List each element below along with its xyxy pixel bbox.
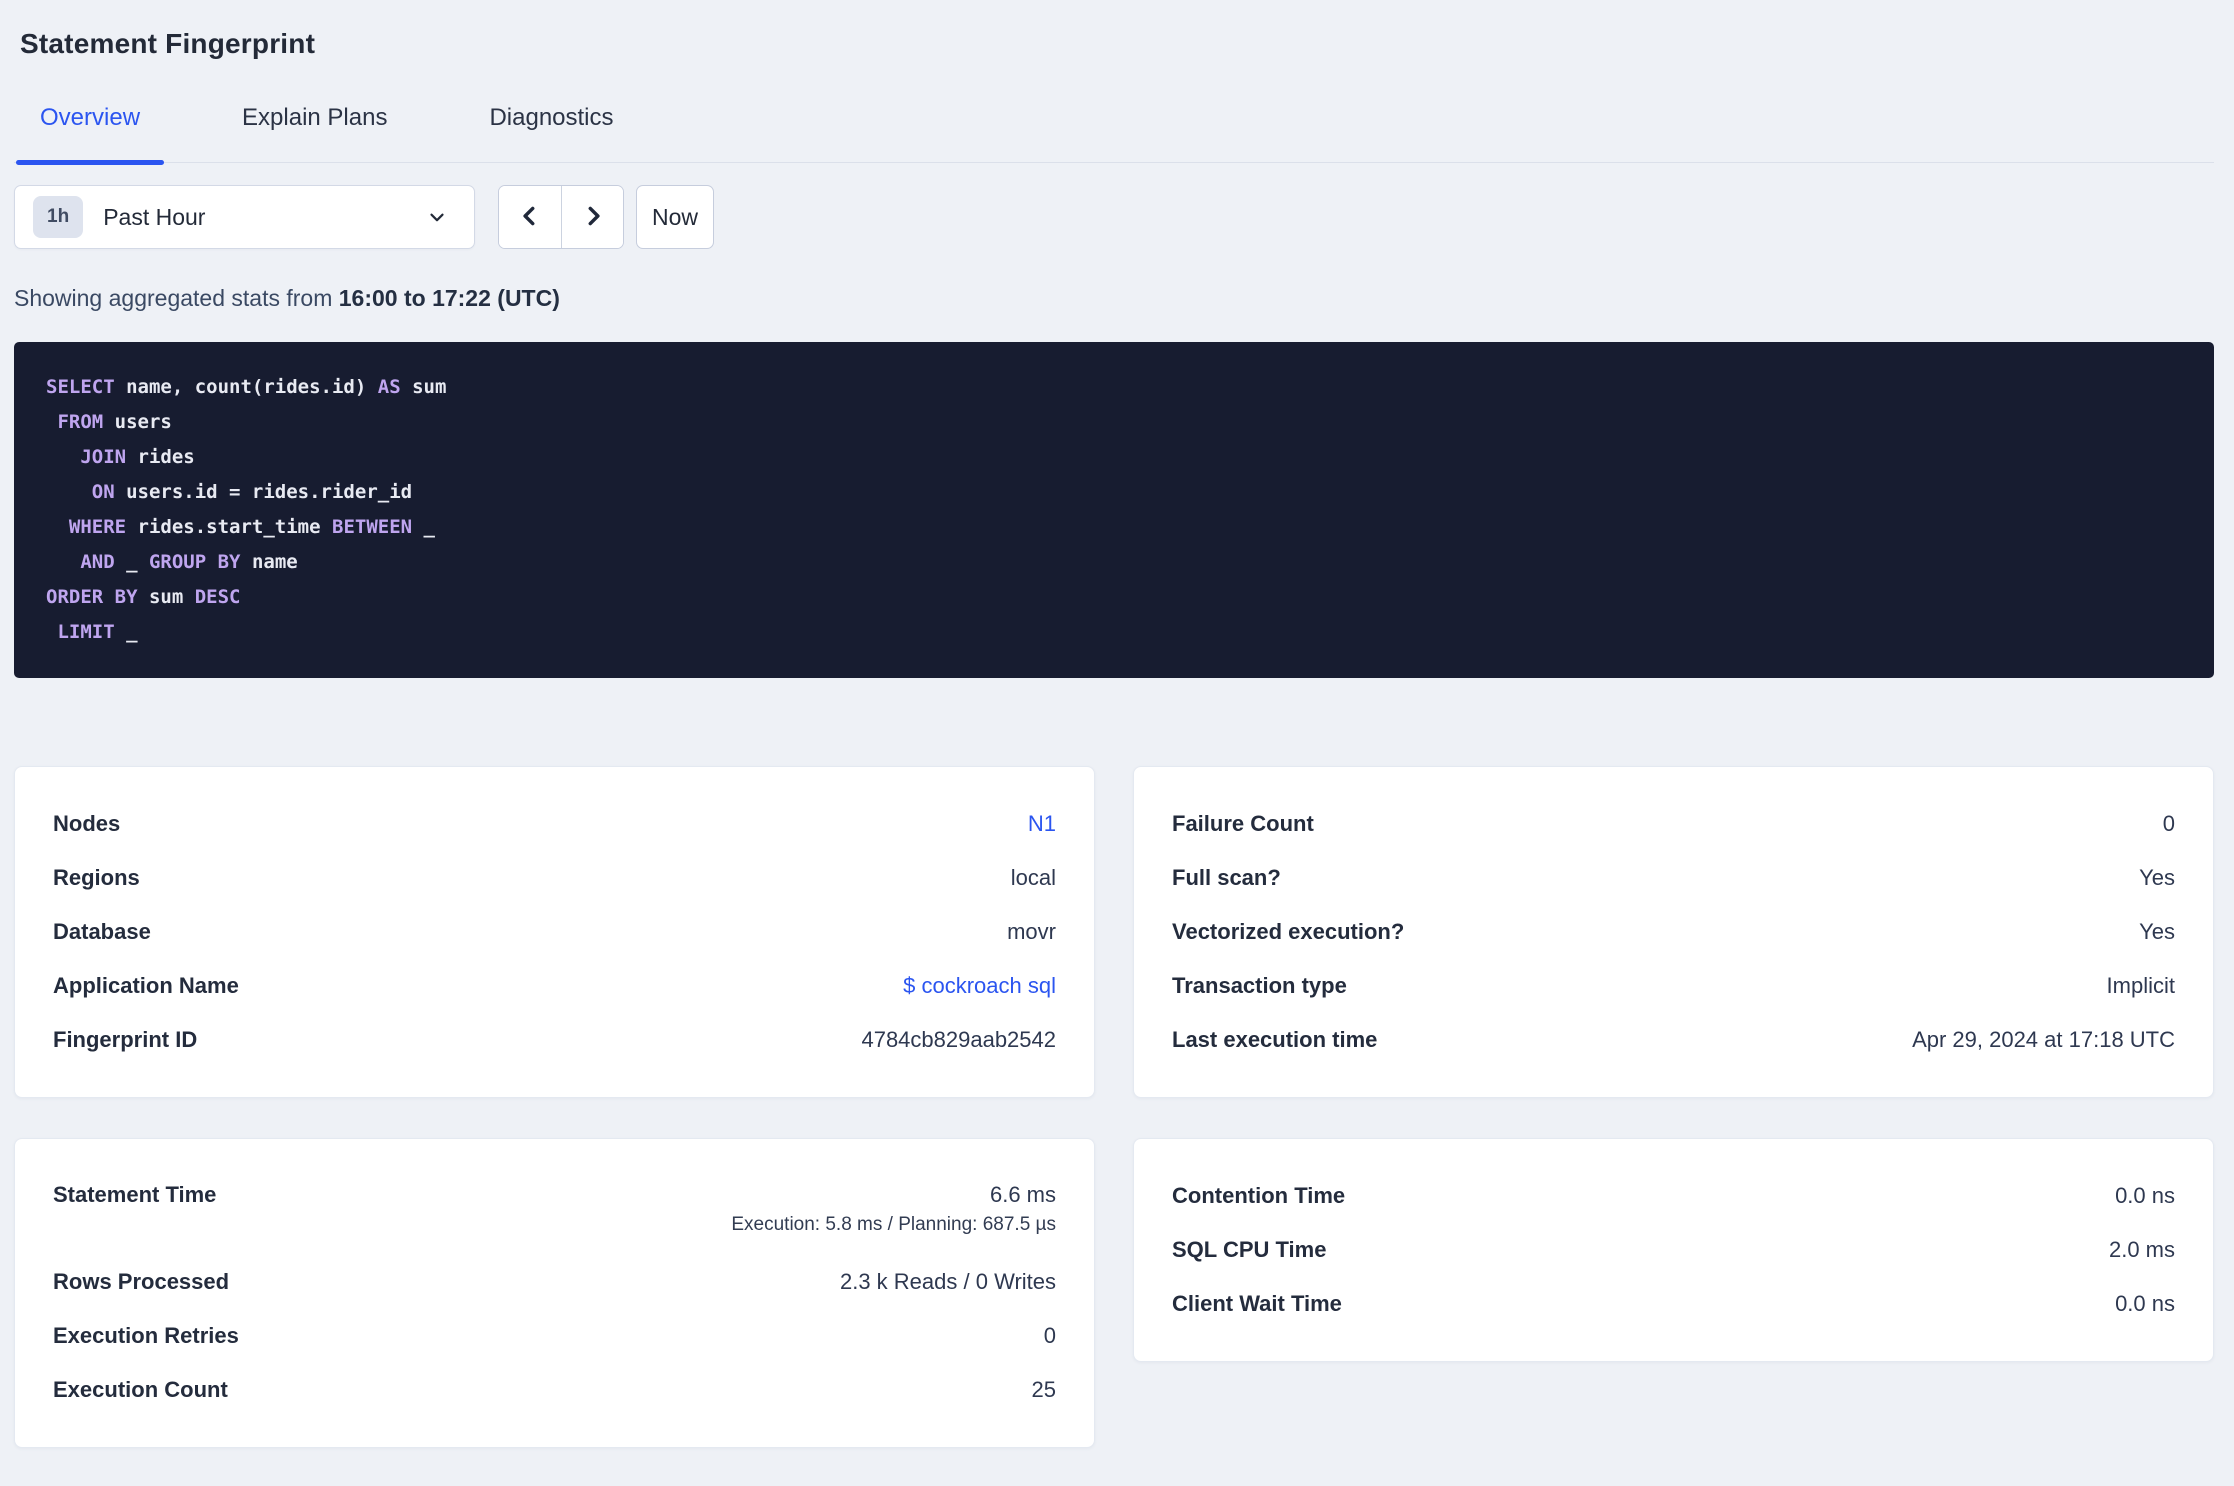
stats-summary-range: 16:00 to 17:22 (UTC) bbox=[338, 285, 560, 311]
time-range-badge: 1h bbox=[33, 196, 84, 238]
row-label: Regions bbox=[53, 865, 140, 890]
row-label: Fingerprint ID bbox=[53, 1027, 198, 1052]
card-row: Client Wait Time 0.0 ns bbox=[1172, 1277, 2175, 1331]
card-row: Last execution time Apr 29, 2024 at 17:18… bbox=[1172, 1013, 2175, 1067]
statement-time-card: Statement Time 6.6 ms Execution: 5.8 ms / … bbox=[14, 1138, 1095, 1448]
tab-explain-plans[interactable]: Explain Plans bbox=[218, 104, 411, 162]
prev-interval-button[interactable] bbox=[499, 186, 561, 248]
card-row: Application Name $ cockroach sql bbox=[53, 959, 1056, 1013]
card-row: Contention Time 0.0 ns bbox=[1172, 1169, 2175, 1223]
metadata-card: Nodes N1 Regions local Database movr Applicati… bbox=[14, 766, 1095, 1098]
cards-row-top: Nodes N1 Regions local Database movr Applicati… bbox=[14, 766, 2214, 1098]
row-value: 6.6 ms bbox=[989, 1182, 1056, 1207]
card-row: Database movr bbox=[53, 905, 1056, 959]
row-value: Yes bbox=[2139, 919, 2175, 944]
row-value: 2.0 ms bbox=[2108, 1237, 2175, 1262]
wait-time-card: Contention Time 0.0 ns SQL CPU Time 2.0 ms C… bbox=[1133, 1138, 2214, 1362]
row-label: Last execution time bbox=[1172, 1027, 1378, 1052]
sql-line: ORDER BY sum DESC bbox=[46, 586, 241, 608]
card-row: Transaction type Implicit bbox=[1172, 959, 2175, 1013]
sql-line: JOIN rides bbox=[80, 446, 195, 468]
row-label: Execution Retries bbox=[53, 1323, 239, 1348]
row-label: Failure Count bbox=[1172, 811, 1314, 836]
row-label: Execution Count bbox=[53, 1377, 228, 1402]
time-range-select[interactable]: 1h Past Hour bbox=[14, 185, 475, 249]
row-label: Statement Time bbox=[53, 1182, 217, 1207]
chevron-right-icon bbox=[580, 203, 606, 232]
next-interval-button[interactable] bbox=[561, 186, 623, 248]
row-value: Yes bbox=[2139, 865, 2175, 890]
row-label: Vectorized execution? bbox=[1172, 919, 1405, 944]
row-value: 0.0 ns bbox=[2115, 1291, 2175, 1316]
row-label: Rows Processed bbox=[53, 1269, 230, 1294]
row-value-link[interactable]: $ cockroach sql bbox=[903, 973, 1056, 999]
row-value: local bbox=[1010, 865, 1056, 890]
cards-row-bottom: Statement Time 6.6 ms Execution: 5.8 ms / … bbox=[14, 1138, 2214, 1448]
execution-attributes-card: Failure Count 0 Full scan? Yes Vectorized ex… bbox=[1133, 766, 2214, 1098]
card-row: Full scan? Yes bbox=[1172, 851, 2175, 905]
statement-fingerprint-page: Statement Fingerprint Overview Explain Pl… bbox=[0, 28, 2234, 1486]
tab-overview[interactable]: Overview bbox=[16, 104, 165, 165]
row-value: 4784cb829aab2542 bbox=[861, 1027, 1056, 1052]
row-value: Implicit bbox=[2106, 973, 2175, 998]
chevron-down-icon bbox=[426, 206, 448, 228]
card-row: Rows Processed 2.3 k Reads / 0 Writes bbox=[53, 1255, 1056, 1309]
sql-statement-box: SELECT name, count(rides.id) AS sum FROM… bbox=[14, 342, 2214, 678]
card-row: Fingerprint ID 4784cb829aab2542 bbox=[53, 1013, 1056, 1067]
now-button[interactable]: Now bbox=[636, 185, 714, 249]
row-value: 2.3 k Reads / 0 Writes bbox=[839, 1269, 1056, 1294]
card-row: Failure Count 0 bbox=[1172, 797, 2175, 851]
sql-line: SELECT name, count(rides.id) AS sum bbox=[46, 376, 447, 398]
sql-line: ON users.id = rides.rider_id bbox=[91, 481, 413, 503]
row-value: 0 bbox=[2162, 811, 2175, 836]
card-row: Vectorized execution? Yes bbox=[1172, 905, 2175, 959]
stats-summary: Showing aggregated stats from 16:00 to 1… bbox=[14, 285, 2214, 312]
card-row: Statement Time 6.6 ms Execution: 5.8 ms / … bbox=[53, 1169, 1056, 1255]
page-title: Statement Fingerprint bbox=[20, 28, 316, 59]
row-label: Application Name bbox=[53, 973, 239, 998]
tab-bar: Overview Explain Plans Diagnostics bbox=[14, 104, 2214, 165]
row-label: Transaction type bbox=[1172, 973, 1347, 998]
row-label: SQL CPU Time bbox=[1172, 1237, 1327, 1262]
time-range-label: Past Hour bbox=[103, 203, 206, 230]
row-value: movr bbox=[1007, 919, 1056, 944]
row-value-link[interactable]: N1 bbox=[1028, 811, 1056, 837]
chevron-left-icon bbox=[517, 203, 543, 232]
card-row: Execution Count 25 bbox=[53, 1363, 1056, 1417]
row-subvalue: Execution: 5.8 ms / Planning: 687.5 µs bbox=[731, 1214, 1056, 1235]
sql-line: WHERE rides.start_time BETWEEN _ bbox=[68, 516, 435, 538]
card-row: Execution Retries 0 bbox=[53, 1309, 1056, 1363]
row-value: 0.0 ns bbox=[2115, 1183, 2175, 1208]
sql-line: LIMIT _ bbox=[57, 621, 138, 643]
card-row: Regions local bbox=[53, 851, 1056, 905]
card-row: SQL CPU Time 2.0 ms bbox=[1172, 1223, 2175, 1277]
row-label: Database bbox=[53, 919, 151, 944]
row-label: Nodes bbox=[53, 811, 121, 836]
row-label: Full scan? bbox=[1172, 865, 1281, 890]
time-picker-row: 1h Past Hour Now bbox=[14, 185, 2214, 249]
sql-line: FROM users bbox=[57, 411, 172, 433]
row-value: 25 bbox=[1031, 1377, 1056, 1402]
row-label: Client Wait Time bbox=[1172, 1291, 1342, 1316]
row-value: 0 bbox=[1043, 1323, 1056, 1348]
sql-line: AND _ GROUP BY name bbox=[80, 551, 298, 573]
row-value: Apr 29, 2024 at 17:18 UTC bbox=[1912, 1027, 2175, 1052]
tab-diagnostics[interactable]: Diagnostics bbox=[465, 104, 637, 162]
card-row: Nodes N1 bbox=[53, 797, 1056, 851]
time-step-buttons bbox=[498, 185, 624, 249]
stats-summary-prefix: Showing aggregated stats from bbox=[14, 285, 339, 311]
row-label: Contention Time bbox=[1172, 1183, 1346, 1208]
